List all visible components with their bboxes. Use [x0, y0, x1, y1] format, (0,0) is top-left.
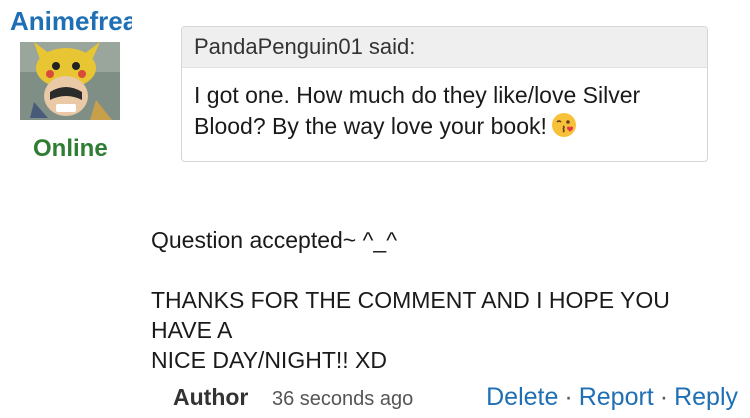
report-link[interactable]: Report: [579, 383, 654, 411]
avatar-image-icon: [20, 42, 120, 120]
username-link[interactable]: Animefreak: [10, 4, 132, 38]
message-line: Question accepted~ ^_^: [151, 227, 397, 253]
comment-footer: Author 36 seconds ago Delete · Report · Repl…: [173, 380, 738, 414]
delete-link[interactable]: Delete: [486, 383, 558, 411]
message-line: HAVE A: [151, 317, 233, 343]
quote-block: PandaPenguin01 said: I got one. How much…: [181, 26, 708, 162]
online-status: Online: [33, 135, 108, 162]
message-line: NICE DAY/NIGHT!! XD: [151, 347, 387, 373]
separator: ·: [564, 383, 573, 411]
avatar[interactable]: [20, 42, 120, 120]
author-badge: Author: [173, 384, 249, 410]
timestamp: 36 seconds ago: [272, 388, 414, 410]
kissing-face-icon: [551, 112, 577, 138]
reply-link[interactable]: Reply: [674, 383, 738, 411]
separator: ·: [659, 383, 669, 411]
quote-text: I got one. How much do they like/love Si…: [182, 68, 707, 142]
quote-author[interactable]: PandaPenguin01 said:: [182, 27, 707, 68]
quote-line: I got one. How much do they like/love Si…: [194, 82, 641, 108]
comment-post: Animefreak Online PandaPenguin01 said: I…: [0, 0, 750, 418]
quote-line-with-emoji: Blood? By the way love your book!: [194, 111, 695, 142]
quote-line: Blood? By the way love your book!: [194, 113, 547, 139]
comment-actions: Delete · Report · Reply: [486, 380, 738, 414]
message-line: THANKS FOR THE COMMENT AND I HOPE YOU: [151, 287, 670, 313]
